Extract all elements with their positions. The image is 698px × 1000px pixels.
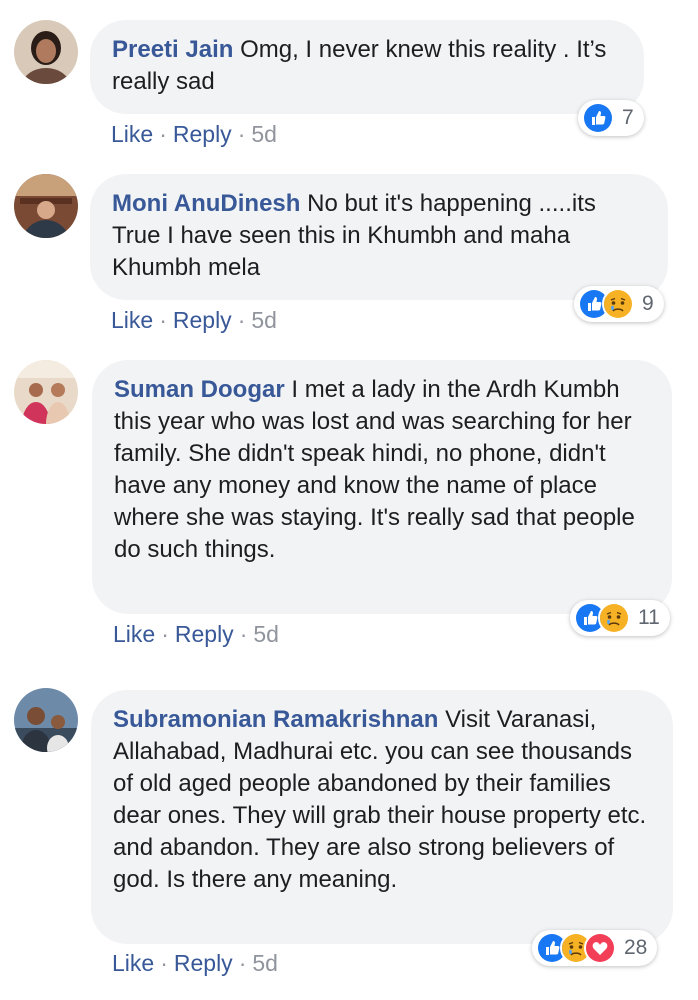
- reaction-count: 11: [638, 606, 660, 629]
- comment-bubble: Moni AnuDinesh No but it's happening ...…: [90, 174, 668, 300]
- avatar[interactable]: [14, 360, 78, 424]
- comment-actions: Like · Reply · 5d: [111, 306, 277, 334]
- reaction-summary[interactable]: 28: [532, 930, 658, 966]
- timestamp[interactable]: 5d: [252, 950, 278, 976]
- reaction-summary[interactable]: 9: [574, 286, 664, 322]
- separator: ·: [159, 307, 167, 333]
- separator: ·: [161, 621, 169, 647]
- separator: ·: [237, 307, 246, 333]
- sad-icon: [598, 602, 630, 634]
- comment-actions: Like · Reply · 5d: [113, 620, 279, 648]
- comment-bubble: Preeti Jain Omg, I never knew this reali…: [90, 20, 644, 114]
- avatar[interactable]: [14, 688, 78, 752]
- comment-bubble: Suman Doogar I met a lady in the Ardh Ku…: [92, 360, 672, 614]
- separator: ·: [239, 621, 248, 647]
- comment-text: Visit Varanasi, Allahabad, Madhurai etc.…: [113, 706, 647, 893]
- sad-icon: [602, 288, 634, 320]
- avatar[interactable]: [14, 174, 78, 238]
- love-icon: [584, 932, 616, 964]
- reply-button[interactable]: Reply: [174, 950, 233, 976]
- author-name[interactable]: Suman Doogar: [114, 376, 285, 403]
- comment-bubble: Subramonian Ramakrishnan Visit Varanasi,…: [91, 690, 673, 944]
- reply-button[interactable]: Reply: [173, 121, 232, 147]
- author-name[interactable]: Subramonian Ramakrishnan: [113, 706, 438, 733]
- reply-button[interactable]: Reply: [173, 307, 232, 333]
- reaction-count: 9: [642, 292, 654, 315]
- reaction-summary[interactable]: 7: [578, 100, 644, 136]
- like-icon: [582, 102, 614, 134]
- author-name[interactable]: Moni AnuDinesh: [112, 190, 300, 217]
- reply-button[interactable]: Reply: [175, 621, 234, 647]
- like-button[interactable]: Like: [112, 950, 154, 976]
- reaction-count: 7: [622, 106, 634, 129]
- like-button[interactable]: Like: [111, 121, 153, 147]
- like-button[interactable]: Like: [111, 307, 153, 333]
- timestamp[interactable]: 5d: [253, 621, 279, 647]
- timestamp[interactable]: 5d: [251, 121, 277, 147]
- timestamp[interactable]: 5d: [251, 307, 277, 333]
- avatar[interactable]: [14, 20, 78, 84]
- reaction-count: 28: [624, 936, 648, 959]
- comment-actions: Like · Reply · 5d: [111, 120, 277, 148]
- reaction-summary[interactable]: 11: [570, 600, 670, 636]
- comment-actions: Like · Reply · 5d: [112, 949, 278, 977]
- separator: ·: [237, 121, 246, 147]
- separator: ·: [238, 950, 247, 976]
- separator: ·: [160, 950, 168, 976]
- like-button[interactable]: Like: [113, 621, 155, 647]
- author-name[interactable]: Preeti Jain: [112, 36, 233, 63]
- comment-text: I met a lady in the Ardh Kumbh this year…: [114, 376, 635, 563]
- separator: ·: [159, 121, 167, 147]
